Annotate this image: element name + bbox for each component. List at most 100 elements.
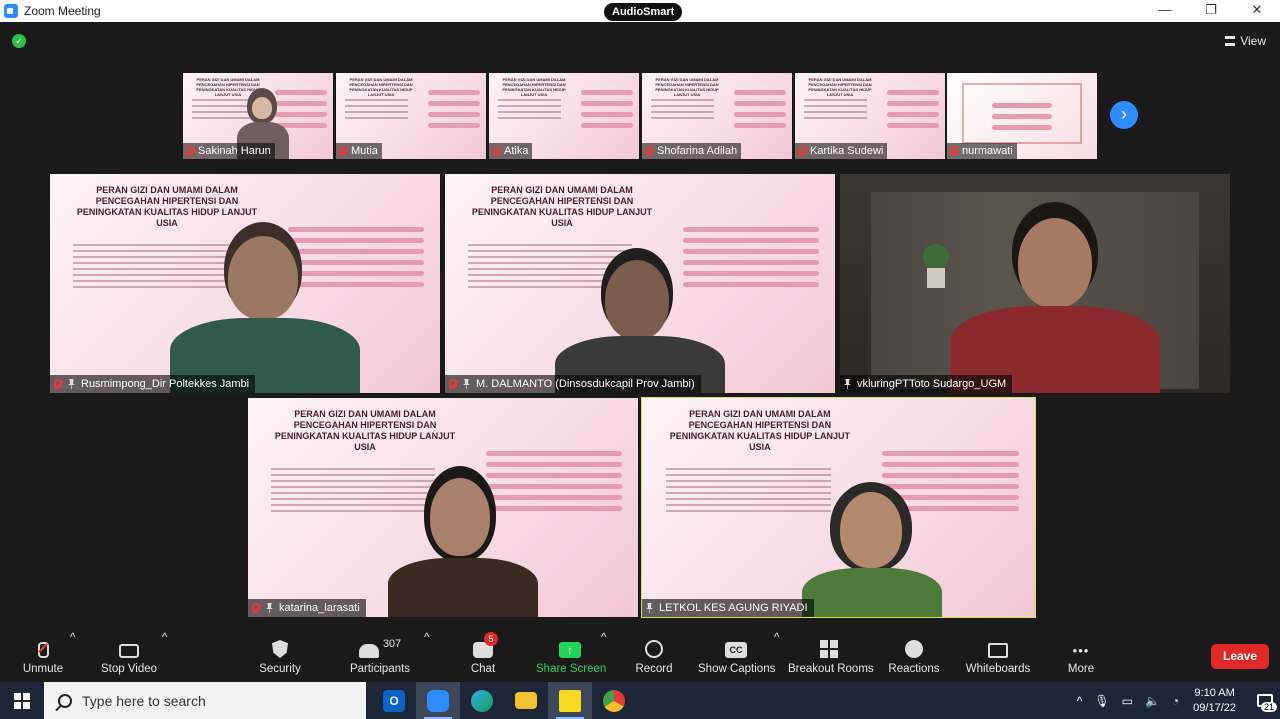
reactions-button[interactable]: Reactions <box>888 632 940 682</box>
plant-decoration <box>915 244 955 294</box>
notification-count-badge: 21 <box>1260 702 1277 712</box>
microphone-muted-icon <box>37 642 49 658</box>
pin-icon <box>266 603 273 613</box>
whiteboards-button[interactable]: Whiteboards <box>964 632 1032 682</box>
participants-button[interactable]: 307 Participants <box>344 632 416 682</box>
edge-browser-icon <box>471 689 493 712</box>
start-button[interactable] <box>0 682 44 719</box>
taskbar-outlook[interactable]: O <box>372 682 416 719</box>
window-controls: — ❐ ✕ <box>1142 0 1280 22</box>
microphone-tray-icon[interactable]: 🎙 <box>1094 694 1109 708</box>
taskbar-file-explorer[interactable] <box>504 682 548 719</box>
participant-video <box>170 222 360 393</box>
active-speaker-video-tile[interactable]: PERAN GIZI DAN UMAMI DALAM PENCEGAHAN HI… <box>641 397 1036 618</box>
volume-icon[interactable]: 🔈 <box>1145 694 1160 708</box>
audiosmart-badge[interactable]: AudioSmart <box>604 3 683 21</box>
thumbnail-tile[interactable]: PERAN GIZI DAN UMAMI DALAM PENCEGAHAN HI… <box>642 73 792 159</box>
thumbnail-tile[interactable]: PERAN GIZI DAN UMAMI DALAM PENCEGAHAN HI… <box>336 73 486 159</box>
battery-icon[interactable]: ▭ <box>1122 694 1133 708</box>
captions-cc-icon: CC <box>725 642 747 658</box>
view-grid-icon <box>1225 36 1236 46</box>
thumbnail-tile[interactable]: PERAN GIZI DAN UMAMI DALAM PENCEGAHAN HI… <box>795 73 945 159</box>
next-page-button[interactable]: › <box>1110 101 1138 129</box>
participant-video-tile[interactable]: PERAN GIZI DAN UMAMI DALAM PENCEGAHAN HI… <box>445 174 835 393</box>
video-options-caret[interactable]: ^ <box>162 632 167 682</box>
taskbar-sticky-notes[interactable] <box>548 682 592 719</box>
security-button[interactable]: Security <box>254 632 306 682</box>
video-camera-icon <box>119 644 139 658</box>
participants-options-caret[interactable]: ^ <box>424 632 429 682</box>
zoom-app-icon <box>4 4 18 18</box>
search-placeholder: Type here to search <box>82 692 206 709</box>
taskbar-chrome[interactable] <box>592 682 636 719</box>
outlook-icon: O <box>383 689 405 712</box>
pin-icon <box>844 379 851 389</box>
thumbnail-tile[interactable]: PERAN GIZI DAN UMAMI DALAM PENCEGAHAN HI… <box>183 73 333 159</box>
participants-icon <box>358 644 379 658</box>
folder-icon <box>515 692 537 709</box>
thumbnail-tile[interactable]: nurmawati <box>947 73 1097 159</box>
participant-name-label: Atika <box>489 143 533 159</box>
stop-video-button[interactable]: Stop Video <box>96 632 162 682</box>
taskbar-clock[interactable]: 9:10 AM 09/17/22 <box>1193 686 1236 716</box>
breakout-rooms-button[interactable]: Breakout Rooms <box>788 632 874 682</box>
muted-mic-icon <box>492 146 500 156</box>
taskbar-search-box[interactable]: Type here to search <box>44 682 366 719</box>
whiteboard-icon <box>988 643 1008 658</box>
notification-center-button[interactable]: 21 <box>1250 682 1280 719</box>
chat-unread-badge: 5 <box>484 632 498 646</box>
share-screen-button[interactable]: ↑ Share Screen <box>536 632 606 682</box>
taskbar-edge[interactable] <box>460 682 504 719</box>
muted-mic-icon <box>950 146 958 156</box>
participants-count: 307 <box>382 638 402 650</box>
pin-icon <box>646 603 653 613</box>
breakout-rooms-icon <box>820 640 838 658</box>
participant-video <box>950 202 1160 393</box>
pin-icon <box>463 379 470 389</box>
system-tray: ^ 🎙 ▭ 🔈 ◔ 9:10 AM 09/17/22 21 <box>1077 682 1280 719</box>
more-button[interactable]: ••• More <box>1064 632 1098 682</box>
muted-mic-icon <box>645 146 653 156</box>
search-icon <box>58 693 72 708</box>
taskbar-zoom[interactable] <box>416 682 460 719</box>
unmute-button[interactable]: Unmute <box>18 632 68 682</box>
share-screen-icon: ↑ <box>559 642 581 658</box>
muted-mic-icon <box>339 146 347 156</box>
encryption-shield-icon[interactable]: ✓ <box>12 34 26 48</box>
participant-video-tile[interactable]: PERAN GIZI DAN UMAMI DALAM PENCEGAHAN HI… <box>50 174 440 393</box>
participant-name-label: Sakinah Harun <box>183 143 275 159</box>
audio-options-caret[interactable]: ^ <box>70 632 75 682</box>
participant-name-label: Kartika Sudewi <box>795 143 888 159</box>
clock-date: 09/17/22 <box>1193 701 1236 714</box>
view-button[interactable]: View <box>1225 34 1266 48</box>
chat-button[interactable]: 5 Chat <box>466 632 500 682</box>
participant-video-tile[interactable]: PERAN GIZI DAN UMAMI DALAM PENCEGAHAN HI… <box>248 398 638 617</box>
show-captions-button[interactable]: CC Show Captions <box>698 632 775 682</box>
window-titlebar: Zoom Meeting AudioSmart — ❐ ✕ <box>0 0 1280 22</box>
participant-name-label: Shofarina Adilah <box>642 143 742 159</box>
close-button[interactable]: ✕ <box>1234 0 1280 22</box>
wifi-icon[interactable]: ◔ <box>1172 694 1179 708</box>
participant-name-label: nurmawati <box>947 143 1017 159</box>
maximize-button[interactable]: ❐ <box>1188 0 1234 22</box>
reactions-smiley-icon <box>905 640 923 658</box>
participant-video <box>802 482 942 617</box>
leave-meeting-button[interactable]: Leave <box>1211 644 1269 669</box>
show-hidden-icons-caret[interactable]: ^ <box>1077 694 1083 708</box>
muted-mic-icon <box>798 146 806 156</box>
participant-name-label: vkluringPTToto Sudargo_UGM <box>840 375 1013 393</box>
thumbnail-tile[interactable]: PERAN GIZI DAN UMAMI DALAM PENCEGAHAN HI… <box>489 73 639 159</box>
record-button[interactable]: Record <box>634 632 674 682</box>
minimize-button[interactable]: — <box>1142 0 1188 22</box>
meeting-area: ✓ View PERAN GIZI DAN UMAMI DALAM PENCEG… <box>0 22 1280 632</box>
participant-video <box>555 248 725 393</box>
participant-video-tile[interactable]: vkluringPTToto Sudargo_UGM <box>840 174 1230 393</box>
share-options-caret[interactable]: ^ <box>601 632 606 682</box>
windows-taskbar: Type here to search O ^ 🎙 ▭ 🔈 ◔ 9:10 AM … <box>0 682 1280 719</box>
view-label: View <box>1240 34 1266 48</box>
captions-options-caret[interactable]: ^ <box>774 632 779 682</box>
window-title: Zoom Meeting <box>24 4 101 18</box>
chrome-browser-icon <box>603 689 625 712</box>
windows-logo-icon <box>14 692 30 709</box>
meeting-toolbar: Unmute ^ Stop Video ^ Security 307 Parti… <box>0 632 1280 682</box>
